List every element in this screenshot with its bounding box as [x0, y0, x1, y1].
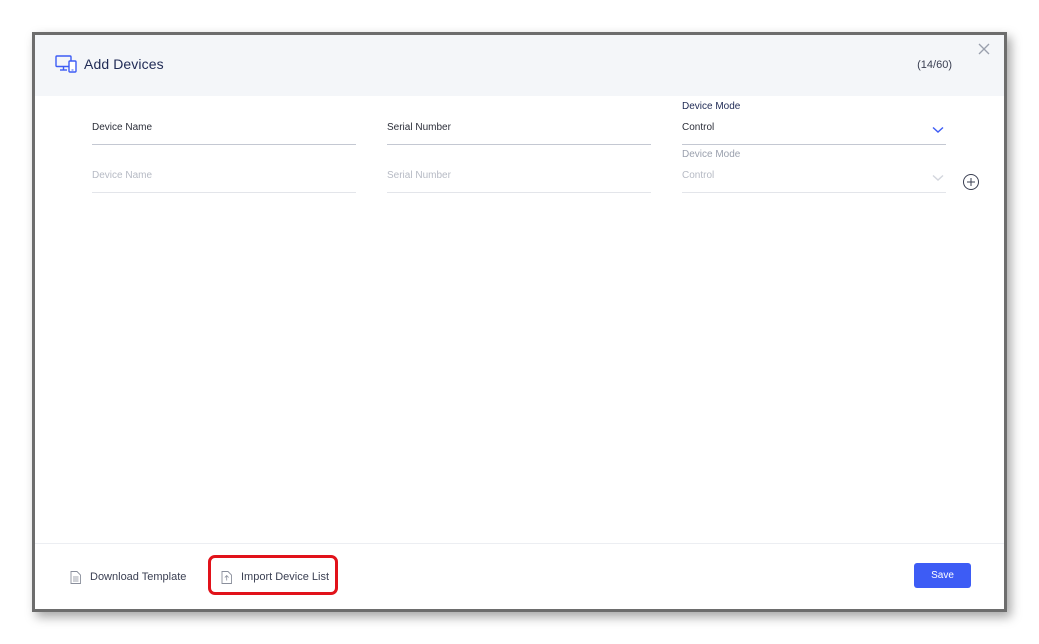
serial-number-input[interactable]: Serial Number: [387, 117, 651, 145]
device-name-input[interactable]: Device Name: [92, 165, 356, 193]
device-name-placeholder: Device Name: [92, 122, 153, 133]
field-underline: [387, 144, 651, 145]
save-button[interactable]: Save: [914, 563, 971, 588]
devices-icon: [55, 55, 77, 73]
download-template-label: Download Template: [90, 571, 187, 583]
plus-circle-icon[interactable]: [962, 173, 980, 191]
close-icon[interactable]: [976, 41, 992, 57]
footer-divider: [35, 543, 1004, 544]
add-devices-modal: Add Devices (14/60) Device Name Serial N…: [32, 32, 1007, 612]
device-mode-label: Device Mode: [682, 149, 741, 160]
device-name-input[interactable]: Device Name: [92, 117, 356, 145]
chevron-down-icon[interactable]: [932, 126, 944, 134]
serial-number-placeholder: Serial Number: [387, 122, 451, 133]
field-underline: [682, 144, 946, 145]
download-template-link[interactable]: Download Template: [70, 569, 186, 585]
field-underline: [92, 192, 356, 193]
device-count: (14/60): [917, 59, 952, 71]
device-mode-value: Control: [682, 122, 715, 133]
field-underline: [92, 144, 356, 145]
modal-title: Add Devices: [84, 56, 164, 72]
device-name-placeholder: Device Name: [92, 170, 153, 181]
device-mode-label: Device Mode: [682, 101, 741, 112]
device-mode-select[interactable]: Device Mode Control: [682, 101, 946, 145]
field-underline: [682, 192, 946, 193]
chevron-down-icon[interactable]: [932, 174, 944, 182]
device-mode-select[interactable]: Device Mode Control: [682, 149, 946, 193]
device-mode-value: Control: [682, 170, 715, 181]
serial-number-placeholder: Serial Number: [387, 170, 451, 181]
serial-number-input[interactable]: Serial Number: [387, 165, 651, 193]
document-icon: [70, 570, 81, 584]
modal-header: Add Devices (14/60): [35, 35, 1004, 96]
highlight-annotation: [208, 555, 338, 595]
field-underline: [387, 192, 651, 193]
